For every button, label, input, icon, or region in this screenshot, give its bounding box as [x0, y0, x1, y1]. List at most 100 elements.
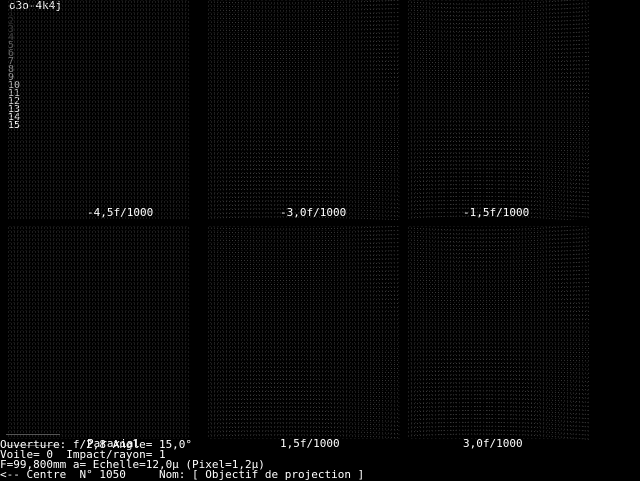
dot-row — [408, 359, 590, 360]
dot-row — [208, 29, 400, 31]
dot-column — [290, 0, 291, 220]
dot-row — [208, 12, 400, 14]
dot-column — [350, 226, 351, 440]
dot-row — [208, 146, 400, 147]
dot-row — [408, 19, 590, 24]
dot-row — [408, 363, 590, 365]
dot-column — [254, 226, 255, 440]
dot-column — [326, 226, 327, 440]
dot-column — [266, 0, 267, 220]
dot-column — [478, 0, 480, 220]
dot-row — [408, 375, 590, 377]
spot-panel-5 — [208, 226, 400, 440]
dot-row — [208, 230, 400, 233]
dot-row — [408, 181, 590, 185]
dot-row — [408, 245, 590, 249]
dot-row — [408, 295, 590, 297]
panel-label-2: -3,0f/1000 — [280, 207, 346, 218]
dot-column — [522, 226, 524, 440]
dot-column — [562, 0, 564, 220]
dot-column — [450, 226, 452, 440]
dot-column — [362, 0, 363, 220]
dot-row — [208, 403, 400, 405]
dot-column — [398, 0, 399, 220]
spot-panel-6 — [408, 226, 590, 440]
dot-row — [408, 403, 590, 407]
dot-column — [218, 226, 219, 440]
dot-column — [526, 0, 528, 220]
dot-row — [408, 249, 590, 253]
dot-row — [408, 241, 590, 246]
dot-row — [408, 352, 590, 353]
dot-row — [408, 69, 590, 71]
dot-column — [466, 0, 468, 220]
dot-row — [208, 33, 400, 35]
dot-row — [208, 185, 400, 187]
dot-column — [270, 0, 271, 220]
dot-column — [550, 0, 552, 220]
dot-row — [208, 299, 400, 300]
dot-row — [208, 169, 400, 171]
dot-row — [208, 251, 400, 253]
dot-column — [474, 226, 476, 440]
dot-row — [208, 380, 400, 381]
dot-column — [442, 226, 444, 440]
dot-row — [208, 158, 400, 159]
dot-column — [514, 226, 516, 440]
dot-column — [246, 226, 247, 440]
dot-column — [462, 226, 464, 440]
dot-row — [208, 37, 400, 39]
dot-row — [208, 16, 400, 18]
dot-column — [390, 0, 391, 220]
dot-row — [208, 431, 400, 434]
dot-row — [208, 376, 400, 377]
dot-row — [408, 299, 590, 301]
spot-panel-3 — [408, 0, 590, 220]
dot-column — [398, 226, 399, 440]
dot-row — [408, 320, 590, 321]
dot-column — [234, 0, 235, 220]
dot-column — [306, 226, 307, 440]
dot-column — [562, 226, 564, 440]
dot-row — [408, 177, 590, 180]
dot-column — [550, 226, 552, 440]
dot-column — [386, 226, 387, 440]
spot-diagram-3 — [408, 0, 590, 220]
dot-row — [208, 8, 400, 11]
status-center-nav[interactable]: <-- Centre N° 1050 Nom: [ Objectif de pr… — [0, 470, 364, 480]
dot-row — [208, 4, 400, 7]
dot-column — [286, 226, 287, 440]
dot-row — [208, 86, 400, 87]
dot-column — [350, 0, 351, 220]
dot-row — [208, 364, 400, 365]
dot-column — [294, 226, 295, 440]
dot-row — [408, 185, 590, 189]
dot-row — [208, 162, 400, 163]
dot-row — [208, 291, 400, 292]
dot-column — [574, 0, 576, 220]
dot-column — [378, 226, 379, 440]
dot-row — [208, 368, 400, 369]
dot-column — [538, 226, 540, 440]
dot-column — [506, 226, 508, 440]
dot-column — [374, 226, 375, 440]
dot-column — [426, 226, 428, 440]
dot-column — [342, 226, 343, 440]
dot-row — [208, 61, 400, 62]
dot-column — [494, 226, 496, 440]
dot-row — [208, 226, 400, 229]
dot-row — [408, 73, 590, 75]
dot-row — [208, 142, 400, 143]
dot-row — [408, 391, 590, 394]
dot-column — [498, 226, 500, 440]
dot-row — [208, 287, 400, 288]
dot-column — [210, 226, 211, 440]
spot-diagram-1 — [8, 0, 190, 220]
dot-row — [208, 181, 400, 183]
dot-row — [208, 41, 400, 43]
dot-row — [208, 295, 400, 296]
dot-row — [208, 201, 400, 203]
dot-column — [246, 0, 247, 220]
dot-row — [208, 154, 400, 155]
dot-row — [208, 259, 400, 261]
